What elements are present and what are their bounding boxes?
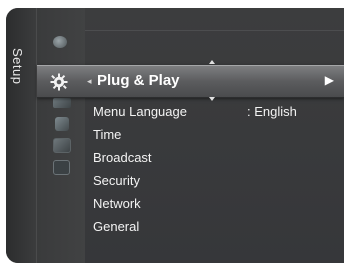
menu-item-network[interactable]: Network: [93, 196, 141, 211]
left-arrow-icon: ◂: [87, 76, 92, 86]
scroll-down-icon[interactable]: [209, 97, 215, 101]
category-icon-column: [37, 8, 85, 263]
header-divider: [85, 30, 344, 31]
tab-label: Setup: [10, 48, 25, 85]
menu-item-broadcast[interactable]: Broadcast: [93, 150, 152, 165]
channel-icon[interactable]: [55, 117, 69, 131]
setup-menu-panel: Setup ◂ Plug & Play ▶ Menu Language: En…: [6, 8, 344, 263]
tv-osd-screen: Setup ◂ Plug & Play ▶ Menu Language: En…: [0, 0, 344, 271]
input-icon[interactable]: [53, 138, 71, 153]
support-icon[interactable]: [53, 160, 70, 175]
right-arrow-icon: ▶: [324, 73, 334, 87]
menu-language-value: : English: [247, 104, 297, 119]
menu-item-time[interactable]: Time: [93, 127, 121, 142]
setup-tab[interactable]: Setup: [6, 8, 37, 263]
menu-item-security[interactable]: Security: [93, 173, 140, 188]
menu-item-general[interactable]: General: [93, 219, 139, 234]
menu-item-menu-language[interactable]: Menu Language: [93, 104, 187, 119]
plug-and-play-label: Plug & Play: [97, 72, 180, 89]
selected-menu-row[interactable]: ◂ Plug & Play ▶: [37, 65, 344, 98]
scroll-up-icon[interactable]: [209, 60, 215, 64]
gear-icon: [50, 73, 68, 91]
sound-icon[interactable]: [53, 98, 71, 108]
picture-icon[interactable]: [53, 36, 67, 48]
